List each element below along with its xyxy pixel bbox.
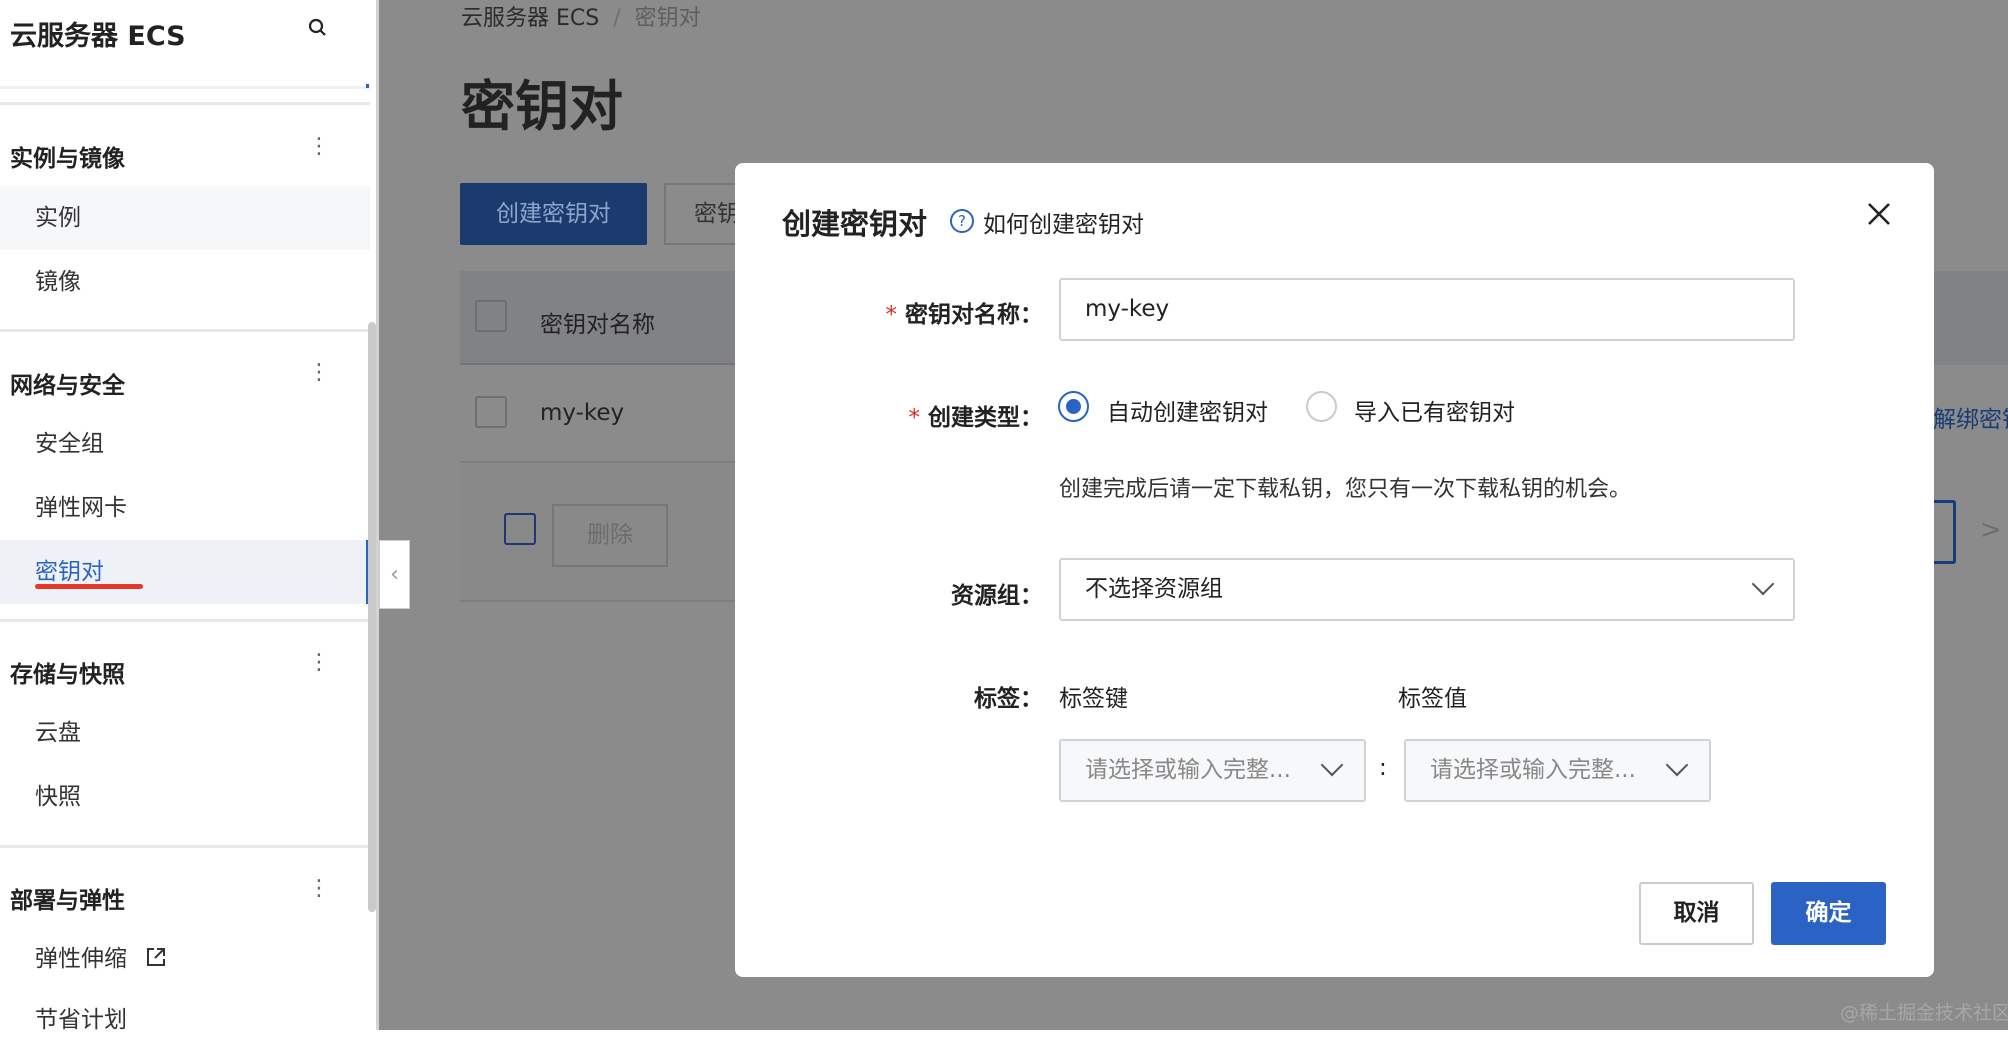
key-pair-name[interactable]: my-key	[540, 400, 624, 426]
sidebar-title: 云服务器 ECS	[10, 21, 186, 52]
next-page-icon[interactable]: >	[1980, 515, 2002, 545]
secondary-button[interactable]: 密钥	[664, 183, 744, 245]
tag-separator: :	[1379, 755, 1387, 781]
sidebar-item-snapshots[interactable]: 快照	[0, 765, 370, 829]
type-label: * 创建类型：	[908, 405, 1044, 431]
chevron-down-icon	[1320, 753, 1344, 777]
chevron-down-icon	[1751, 572, 1775, 596]
tag-key-select[interactable]: 请选择或输入完整...	[1059, 739, 1366, 802]
sidebar-item-key-pairs[interactable]: 密钥对	[0, 540, 370, 604]
key-pair-name-input[interactable]: my-key	[1059, 278, 1795, 341]
select-all-checkbox[interactable]	[475, 300, 507, 332]
section-deployment-elasticity[interactable]: 部署与弹性	[10, 881, 125, 915]
tags-label: 标签：	[974, 686, 1043, 712]
watermark: @稀土掘金技术社区	[1840, 1002, 2008, 1024]
radio-auto-create-label[interactable]: 自动创建密钥对	[1107, 393, 1268, 427]
dialog-title: 创建密钥对	[782, 207, 928, 241]
row-checkbox[interactable]	[475, 396, 507, 428]
sidebar-item-images[interactable]: 镜像	[0, 250, 370, 314]
scroll-marker	[366, 84, 369, 88]
sidebar: 云服务器 ECS 实例与镜像 ⋮ 实例 镜像 网络与安全 ⋮ 安全组 弹性网卡 …	[0, 0, 376, 1033]
tag-key-placeholder: 请选择或输入完整...	[1085, 757, 1291, 783]
divider	[0, 845, 370, 848]
sidebar-item-label: 弹性伸缩	[35, 946, 127, 972]
more-icon[interactable]: ⋮	[308, 652, 330, 674]
breadcrumb-item[interactable]: 云服务器 ECS	[461, 6, 599, 31]
footer-checkbox[interactable]	[504, 513, 536, 545]
help-link[interactable]: 如何创建密钥对	[983, 205, 1144, 239]
delete-button[interactable]: 删除	[552, 504, 668, 567]
hint-text: 创建完成后请一定下载私钥，您只有一次下载私钥的机会。	[1059, 477, 1632, 502]
radio-auto-create[interactable]	[1058, 391, 1089, 422]
annotation-underline	[35, 584, 143, 589]
tag-value-placeholder: 请选择或输入完整...	[1430, 757, 1636, 783]
divider	[0, 329, 370, 332]
create-key-pair-dialog: 创建密钥对 ? 如何创建密钥对 * 密钥对名称： my-key * 创建类型： 自动…	[735, 163, 1934, 977]
create-key-pair-button[interactable]: 创建密钥对	[460, 183, 647, 245]
chevron-down-icon	[1665, 753, 1689, 777]
section-storage-snapshots[interactable]: 存储与快照	[10, 655, 125, 689]
tag-value-label: 标签值	[1398, 686, 1467, 712]
resource-group-value: 不选择资源组	[1085, 576, 1223, 602]
name-label: * 密钥对名称：	[885, 302, 1044, 328]
sidebar-scrollbar[interactable]	[368, 322, 376, 912]
divider	[0, 86, 370, 89]
more-icon[interactable]: ⋮	[308, 362, 330, 384]
close-icon[interactable]	[1864, 199, 1894, 229]
radio-import-existing-label[interactable]: 导入已有密钥对	[1354, 393, 1515, 427]
name-label-text: 密钥对名称：	[905, 302, 1043, 328]
sidebar-item-eni[interactable]: 弹性网卡	[0, 476, 370, 540]
sidebar-item-instances[interactable]: 实例	[0, 186, 370, 250]
section-instances-images[interactable]: 实例与镜像	[10, 139, 125, 173]
page-title: 密钥对	[461, 75, 623, 138]
search-icon[interactable]	[306, 16, 330, 40]
divider	[0, 619, 370, 622]
sidebar-item-security-groups[interactable]: 安全组	[0, 412, 370, 476]
resource-group-label: 资源组：	[951, 583, 1043, 609]
more-icon[interactable]: ⋮	[308, 136, 330, 158]
sidebar-item-savings-plan[interactable]: 节省计划	[0, 988, 370, 1052]
unbind-key-link[interactable]: 解绑密钥	[1933, 400, 2008, 434]
resource-group-select[interactable]: 不选择资源组	[1059, 558, 1795, 621]
help-icon[interactable]: ?	[950, 209, 974, 233]
section-network-security[interactable]: 网络与安全	[10, 366, 125, 400]
more-icon[interactable]: ⋮	[308, 878, 330, 900]
divider	[0, 102, 370, 105]
collapse-sidebar-button[interactable]: ‹	[379, 540, 410, 609]
column-header-name: 密钥对名称	[540, 312, 655, 338]
cancel-button[interactable]: 取消	[1639, 882, 1754, 945]
sidebar-item-auto-scaling[interactable]: 弹性伸缩	[0, 927, 370, 991]
type-label-text: 创建类型：	[928, 405, 1043, 431]
sidebar-item-disks[interactable]: 云盘	[0, 701, 370, 765]
table-header	[1933, 271, 2008, 365]
tag-value-select[interactable]: 请选择或输入完整...	[1404, 739, 1711, 802]
external-link-icon	[147, 948, 165, 966]
radio-import-existing[interactable]	[1306, 391, 1337, 422]
tag-key-label: 标签键	[1059, 686, 1128, 712]
confirm-button[interactable]: 确定	[1771, 882, 1886, 945]
breadcrumb-current: 密钥对	[634, 6, 701, 31]
breadcrumb: 云服务器 ECS / 密钥对	[461, 6, 701, 31]
